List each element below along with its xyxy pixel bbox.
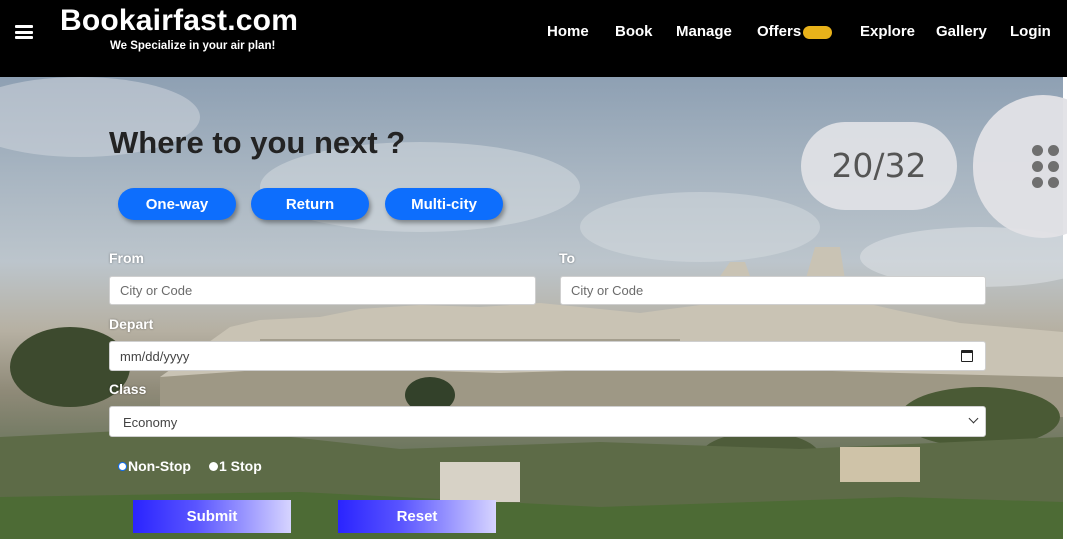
class-select[interactable]: Economy xyxy=(109,406,986,437)
depart-label: Depart xyxy=(109,316,154,332)
dots-grid-icon xyxy=(1048,161,1059,172)
submit-button[interactable]: Submit xyxy=(133,500,291,533)
site-header: Bookairfast.com We Specialize in your ai… xyxy=(0,0,1067,77)
trip-multi-city-button[interactable]: Multi-city xyxy=(385,188,503,220)
brand-logo[interactable]: Bookairfast.com xyxy=(60,4,298,38)
brand-tagline: We Specialize in your air plan! xyxy=(110,40,276,52)
nav-explore[interactable]: Explore xyxy=(860,23,915,40)
to-input[interactable] xyxy=(560,276,986,305)
offers-badge[interactable] xyxy=(803,26,832,39)
radio-selected-icon[interactable] xyxy=(209,462,218,471)
depart-date-value: mm/dd/yyyy xyxy=(120,349,190,364)
nav-book[interactable]: Book xyxy=(615,23,653,40)
dots-grid-icon xyxy=(1048,177,1059,188)
dots-grid-icon xyxy=(1032,145,1043,156)
dots-grid-icon xyxy=(1032,161,1043,172)
non-stop-label: Non-Stop xyxy=(128,458,191,474)
nav-gallery[interactable]: Gallery xyxy=(936,23,987,40)
nav-manage[interactable]: Manage xyxy=(676,23,732,40)
calendar-icon[interactable] xyxy=(961,350,973,362)
stop-option-non-stop[interactable]: Non-Stop xyxy=(118,458,191,474)
trip-return-button[interactable]: Return xyxy=(251,188,369,220)
depart-date-input[interactable]: mm/dd/yyyy xyxy=(109,341,986,371)
class-label: Class xyxy=(109,381,147,397)
stop-option-one-stop[interactable]: 1 Stop xyxy=(209,458,262,474)
from-label: From xyxy=(109,250,144,266)
reset-button[interactable]: Reset xyxy=(338,500,496,533)
class-select-value: Economy xyxy=(123,415,178,430)
page-counter: 20/32 xyxy=(801,122,957,210)
nav-home[interactable]: Home xyxy=(547,23,589,40)
chevron-down-icon xyxy=(968,413,979,424)
nav-offers[interactable]: Offers xyxy=(757,23,801,40)
page-title: Where to you next ? xyxy=(109,125,406,160)
trip-one-way-button[interactable]: One-way xyxy=(118,188,236,220)
to-label: To xyxy=(559,250,576,266)
nav-login[interactable]: Login xyxy=(1010,23,1051,40)
dots-grid-icon xyxy=(1032,177,1043,188)
from-input[interactable] xyxy=(109,276,536,305)
one-stop-label: 1 Stop xyxy=(219,458,262,474)
radio-unselected-icon[interactable] xyxy=(118,462,127,471)
hamburger-menu-icon[interactable] xyxy=(15,25,33,39)
dots-grid-icon xyxy=(1048,145,1059,156)
